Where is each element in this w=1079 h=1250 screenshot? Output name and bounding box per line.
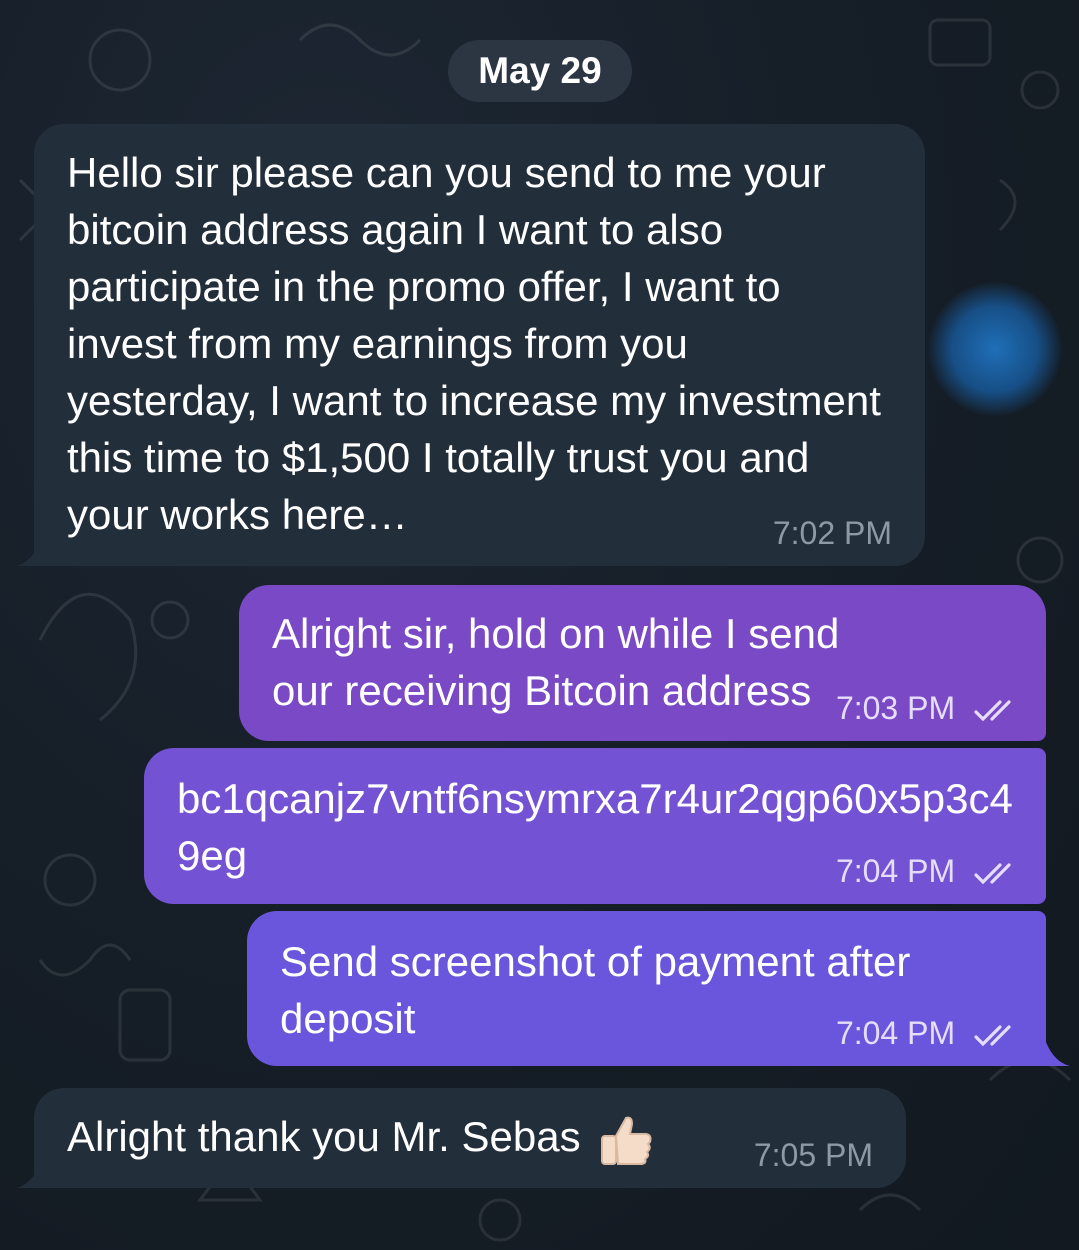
- message-outgoing[interactable]: Alright sir, hold on while I send our re…: [239, 585, 1046, 741]
- message-time: 7:03 PM: [835, 690, 956, 726]
- message-incoming[interactable]: Hello sir please can you send to me your…: [34, 124, 925, 566]
- double-check-icon: [974, 1024, 1011, 1046]
- decorative-glow: [928, 282, 1062, 416]
- message-time-status: 7:04 PM: [836, 1015, 1020, 1052]
- double-check-icon: [974, 862, 1011, 884]
- double-check-icon: [974, 699, 1011, 721]
- message-time: 7:02 PM: [772, 515, 892, 551]
- message-incoming[interactable]: Alright thank you Mr. Sebas 7:05 PM: [34, 1088, 906, 1188]
- message-outgoing[interactable]: Send screenshot of payment after deposit…: [247, 911, 1046, 1066]
- message-text: Hello sir please can you send to me your…: [67, 149, 881, 538]
- date-separator: May 29: [448, 40, 632, 102]
- thumbs-up-emoji: [601, 1116, 652, 1165]
- message-time: 7:04 PM: [835, 1015, 956, 1051]
- message-time-status: 7:03 PM: [836, 690, 1020, 727]
- bubble-tail: [1046, 1042, 1070, 1066]
- message-text-row: Alright thank you Mr. Sebas: [67, 1108, 767, 1166]
- message-time-status: 7:04 PM: [836, 853, 1020, 890]
- message-text: Alright thank you Mr. Sebas: [67, 1113, 581, 1160]
- message-time: 7:04 PM: [835, 853, 956, 889]
- message-outgoing[interactable]: bc1qcanjz7vntf6nsymrxa7r4ur2qgp60x5p3c49…: [144, 748, 1046, 904]
- message-text: Alright sir, hold on while I send our re…: [272, 610, 840, 714]
- bubble-tail: [16, 1164, 40, 1188]
- bubble-tail: [16, 542, 40, 566]
- message-time: 7:05 PM: [753, 1137, 873, 1173]
- date-label: May 29: [478, 50, 602, 91]
